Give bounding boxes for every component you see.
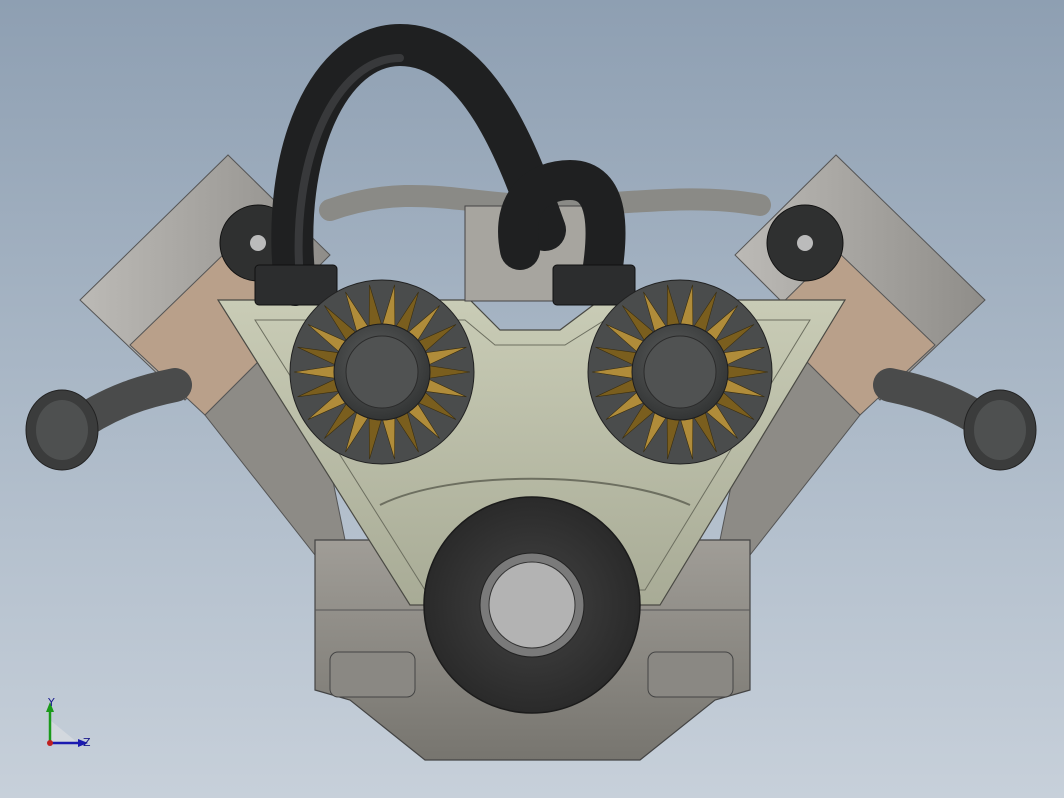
hose-clamps bbox=[254, 264, 636, 306]
right-exhaust-elbow bbox=[873, 368, 1037, 471]
left-pump-gear bbox=[289, 279, 475, 465]
right-pump-gear bbox=[587, 279, 773, 465]
orientation-triad: Y Z bbox=[46, 698, 91, 749]
triad-origin bbox=[47, 740, 53, 746]
left-exhaust-elbow bbox=[25, 368, 192, 471]
triad-plane bbox=[50, 720, 78, 743]
engine-model[interactable] bbox=[0, 0, 1064, 798]
y-axis-label: Y bbox=[47, 698, 55, 709]
graphics-viewport[interactable]: Y Z bbox=[0, 0, 1064, 798]
right-mount-boss bbox=[766, 204, 844, 282]
main-bearing bbox=[423, 496, 641, 714]
z-axis-label: Z bbox=[83, 736, 91, 749]
